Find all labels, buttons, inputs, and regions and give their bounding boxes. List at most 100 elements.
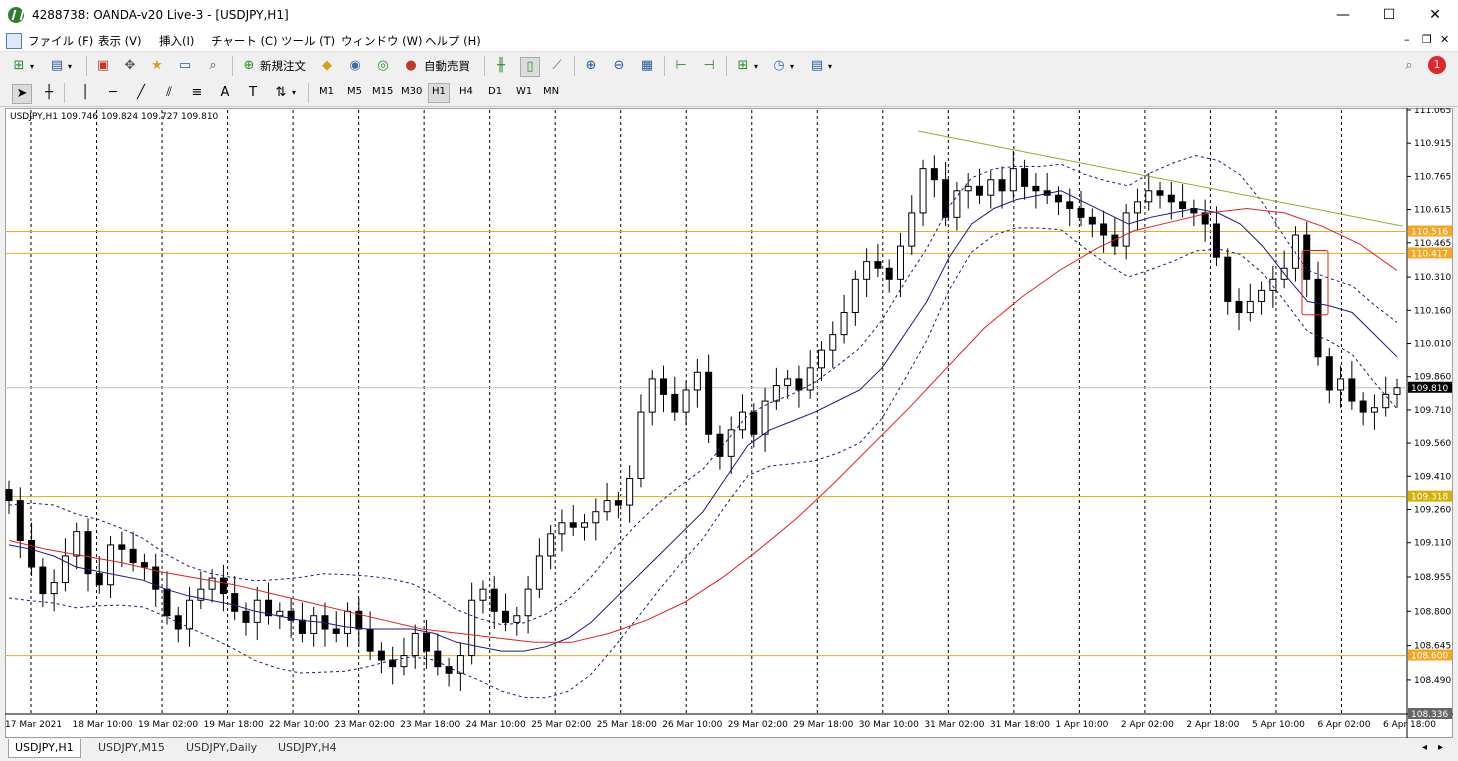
trendline-icon[interactable]: ╱ [132,84,150,102]
favorites-icon[interactable]: ★ [148,57,166,75]
cursor-icon[interactable]: ➤ [12,84,32,104]
timeframe-m5[interactable]: M5 [344,83,365,101]
toolbar-separator [726,56,727,76]
zoom-in-icon[interactable]: ⊕ [582,57,600,75]
new-chart-icon[interactable]: ⊞ [10,57,28,75]
menu-help[interactable]: ヘルプ (H) [425,33,481,49]
minimize-button[interactable]: — [1320,0,1366,31]
new-order-button[interactable]: 新規注文 [260,58,306,74]
new-order-icon[interactable]: ⊕ [240,57,258,75]
menu-insert[interactable]: 挿入(I) [159,33,194,49]
price-chart[interactable]: 17 Mar 2021 18 Mar 10:00 19 Mar 02:00 19 Ma… [5,108,1453,738]
candle-body [1382,393,1390,409]
navigator-icon[interactable]: ✥ [121,57,139,75]
line-chart-icon[interactable]: ⟋ [548,57,566,75]
mdi-minimize-button[interactable]: – [1404,33,1410,46]
candle-body [784,378,792,387]
tab-usdjpy-h4[interactable]: USDJPY,H4 [272,739,343,757]
channel-icon[interactable]: ⫽ [160,84,178,102]
candle-body [806,367,814,391]
vertical-line-icon[interactable]: │ [76,84,94,102]
auto-scroll-icon[interactable]: ⊣ [700,57,718,75]
auto-trading-icon[interactable]: ● [402,57,420,75]
bar-chart-icon[interactable]: ╫ [492,57,510,75]
tile-windows-icon[interactable]: ▦ [638,57,656,75]
time-axis-label: 23 Mar 18:00 [400,720,460,730]
metaeditor-icon[interactable]: ◆ [318,57,336,75]
tab-usdjpy-daily[interactable]: USDJPY,Daily [180,739,263,757]
timeframe-d1[interactable]: D1 [485,83,505,101]
profiles-icon[interactable]: ▤ [48,57,66,75]
timeframe-h4[interactable]: H4 [456,83,476,101]
signals-icon[interactable]: ◎ [374,57,392,75]
candle-body [682,389,690,413]
menu-window[interactable]: ウィンドウ (W) [341,33,423,49]
horizontal-line-icon[interactable]: ─ [104,84,122,102]
candlestick-chart-icon[interactable]: ▯ [520,57,540,77]
candle-body [614,500,622,506]
tab-usdjpy-h1[interactable]: USDJPY,H1 [8,739,81,758]
tab-scroll-right-icon[interactable]: ▸ [1438,742,1443,753]
candle-body [1314,278,1322,358]
candle-body [1054,194,1062,203]
maximize-button[interactable]: ☐ [1366,0,1412,31]
chevron-down-icon[interactable]: ▾ [790,62,794,71]
chevron-down-icon[interactable]: ▾ [30,62,34,71]
menu-view[interactable]: 表示 (V) [98,33,142,49]
fibonacci-icon[interactable]: ≡ [188,84,206,102]
candle-body [1009,168,1017,192]
mdi-restore-button[interactable]: ❐ [1422,33,1432,46]
candle-body [851,278,859,314]
candle-body [817,349,825,369]
candle-body [558,522,566,535]
candle-body [1032,185,1040,192]
text-label-icon[interactable]: T [244,84,262,102]
arrows-icon[interactable]: ⇅ [272,84,290,102]
price-axis-label: 108.955 [1414,573,1451,583]
chevron-down-icon[interactable]: ▾ [68,62,72,71]
candle-body [637,411,645,480]
toolbar-separator [484,56,485,76]
crosshair-icon[interactable]: ┼ [40,84,58,102]
terminal-icon[interactable]: ▭ [176,57,194,75]
candle-body [1359,400,1367,413]
tab-scroll-left-icon[interactable]: ◂ [1422,742,1427,753]
time-axis-label: 19 Mar 02:00 [138,720,198,730]
candle-body [129,548,137,564]
moving-average-red-line [8,207,1398,643]
close-button[interactable]: ✕ [1412,0,1458,31]
periods-icon[interactable]: ◷ [770,57,788,75]
text-tool-button[interactable]: A [216,84,234,102]
mdi-close-button[interactable]: ✕ [1440,33,1449,46]
chart-window-icon[interactable] [6,33,22,49]
templates-icon[interactable]: ▤ [808,57,826,75]
candle-body [603,500,611,513]
timeframe-m1[interactable]: M1 [316,83,337,101]
zoom-out-icon[interactable]: ⊖ [610,57,628,75]
notification-badge[interactable]: 1 [1428,56,1446,74]
chevron-down-icon[interactable]: ▾ [292,88,296,97]
menu-file[interactable]: ファイル (F) [28,33,93,49]
timeframe-h1[interactable]: H1 [428,83,450,103]
candle-body [50,582,58,595]
menu-charts[interactable]: チャート (C) [211,33,278,49]
timeframe-m15[interactable]: M15 [369,83,396,101]
strategy-tester-icon[interactable]: ⌕ [204,57,222,75]
market-watch-icon[interactable]: ▣ [94,57,112,75]
search-icon[interactable]: ⌕ [1400,57,1418,75]
tab-usdjpy-m15[interactable]: USDJPY,M15 [92,739,171,757]
menu-tools[interactable]: ツール (T) [281,33,335,49]
indicators-icon[interactable]: ⊞ [734,57,752,75]
timeframe-w1[interactable]: W1 [513,83,535,101]
candle-body [118,544,126,550]
timeframe-m30[interactable]: M30 [398,83,425,101]
community-icon[interactable]: ◉ [346,57,364,75]
chevron-down-icon[interactable]: ▾ [828,62,832,71]
time-axis-label: 29 Mar 18:00 [793,720,853,730]
chevron-down-icon[interactable]: ▾ [754,62,758,71]
timeframe-mn[interactable]: MN [540,83,562,101]
chart-shift-icon[interactable]: ⊢ [672,57,690,75]
auto-trading-button[interactable]: 自動売買 [424,58,470,74]
price-line-label: 108.600 [1411,652,1448,662]
toolbar-separator [664,56,665,76]
